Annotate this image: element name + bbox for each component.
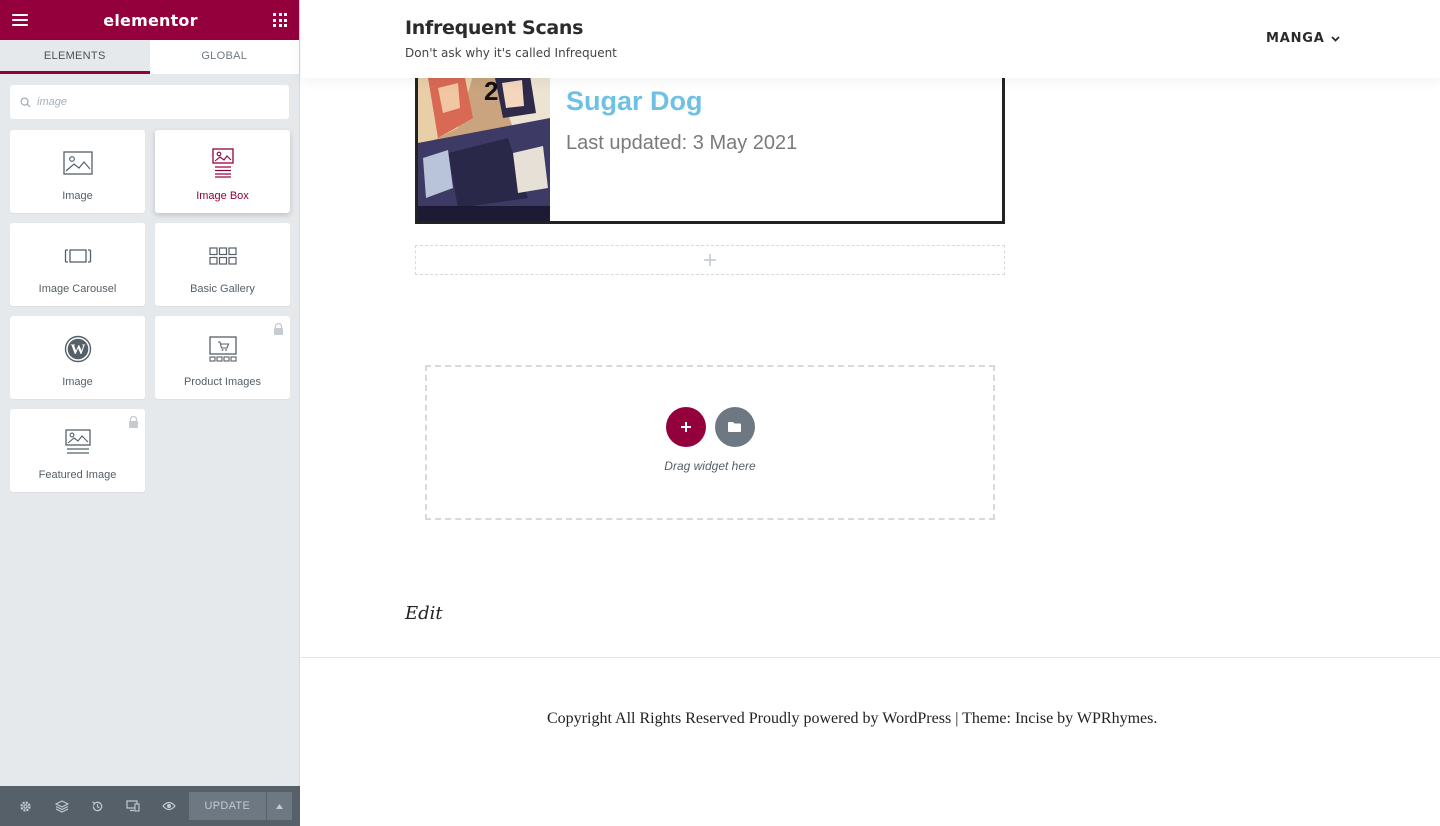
widget-wp-image[interactable]: W Image <box>10 316 145 399</box>
add-section-row[interactable] <box>415 245 1005 275</box>
panel-tabs: ELEMENTS GLOBAL <box>0 40 299 74</box>
image-carousel-icon <box>64 239 92 273</box>
responsive-mode-icon[interactable] <box>115 786 151 826</box>
manga-cover-image[interactable]: 2 <box>418 58 550 221</box>
tab-elements[interactable]: ELEMENTS <box>0 40 150 74</box>
edit-post-link[interactable]: Edit <box>405 603 443 624</box>
update-button[interactable]: UPDATE <box>188 792 266 820</box>
widget-label: Image <box>62 189 93 202</box>
navigator-layers-icon[interactable] <box>44 786 80 826</box>
search-icon <box>20 96 31 108</box>
nav-menu-label: MANGA <box>1266 31 1325 46</box>
update-options-button[interactable] <box>266 792 293 820</box>
widget-dropzone[interactable]: Drag widget here <box>425 365 995 520</box>
wordpress-icon: W <box>64 332 92 366</box>
footer-divider <box>301 657 1440 658</box>
manga-last-updated: Last updated: 3 May 2021 <box>566 132 798 154</box>
widget-image[interactable]: Image <box>10 130 145 213</box>
widget-basic-gallery[interactable]: Basic Gallery <box>155 223 290 306</box>
image-box-icon <box>211 146 234 180</box>
gallery-icon <box>208 239 237 273</box>
plus-icon <box>680 421 691 432</box>
page-preview: Infrequent Scans Don't ask why it's call… <box>301 0 1440 826</box>
widget-featured-image[interactable]: Featured Image <box>10 409 145 492</box>
widget-label: Image Carousel <box>38 282 117 295</box>
theme-link[interactable]: Theme: Incise by WPRhymes. <box>962 710 1157 727</box>
widget-label: Image Box <box>196 189 249 202</box>
site-footer-credits: Copyright All Rights Reserved Proudly po… <box>547 710 1157 728</box>
preview-eye-icon[interactable] <box>151 786 187 826</box>
widget-image-box[interactable]: Image Box <box>155 130 290 213</box>
panel-footer: UPDATE <box>0 786 300 826</box>
search-box <box>10 85 289 119</box>
settings-icon[interactable] <box>8 786 44 826</box>
dropzone-hint: Drag widget here <box>664 458 756 473</box>
widget-product-images[interactable]: Product Images <box>155 316 290 399</box>
panel-header: elementor <box>0 0 299 40</box>
wordpress-link[interactable]: Proudly powered by WordPress <box>749 710 951 727</box>
product-images-icon <box>208 332 237 366</box>
widgets-grid-icon[interactable] <box>273 13 287 27</box>
elementor-panel: elementor ELEMENTS GLOBAL Image Image Bo… <box>0 0 300 826</box>
image-icon <box>62 146 93 180</box>
lock-icon <box>128 415 139 433</box>
widget-image-carousel[interactable]: Image Carousel <box>10 223 145 306</box>
manga-cover-volume: 2 <box>484 76 498 106</box>
svg-text:W: W <box>70 342 85 358</box>
widget-label: Featured Image <box>38 468 117 481</box>
widget-label: Product Images <box>183 375 262 388</box>
footer-separator: | <box>955 710 959 727</box>
nav-menu-manga[interactable]: MANGA <box>1266 31 1340 46</box>
widget-label: Image <box>62 375 93 388</box>
caret-up-icon <box>275 803 283 809</box>
menu-icon[interactable] <box>12 14 28 26</box>
site-title[interactable]: Infrequent Scans <box>405 17 583 39</box>
site-tagline: Don't ask why it's called Infrequent <box>405 46 617 60</box>
tab-global[interactable]: GLOBAL <box>150 40 300 74</box>
copyright-text: Copyright All Rights Reserved <box>547 710 745 727</box>
manga-title-link[interactable]: Sugar Dog <box>566 86 703 117</box>
search-input[interactable] <box>37 96 257 108</box>
folder-icon <box>728 421 741 432</box>
lock-icon <box>273 322 284 340</box>
elementor-logo: elementor <box>103 10 198 30</box>
widget-label: Basic Gallery <box>190 282 255 295</box>
widget-grid: Image Image Box Image Carousel Basic Gal… <box>0 130 299 492</box>
add-template-button[interactable] <box>714 406 755 447</box>
chevron-down-icon <box>1330 35 1340 42</box>
search-area <box>0 74 299 130</box>
featured-image-icon <box>64 425 91 459</box>
manga-card[interactable]: 2 Sugar Dog Last updated: 3 May 2021 <box>415 58 1005 224</box>
history-icon[interactable] <box>79 786 115 826</box>
dropzone-buttons <box>665 406 755 447</box>
plus-icon <box>704 254 716 266</box>
add-new-section-button[interactable] <box>665 406 706 447</box>
site-header: Infrequent Scans Don't ask why it's call… <box>301 0 1440 78</box>
